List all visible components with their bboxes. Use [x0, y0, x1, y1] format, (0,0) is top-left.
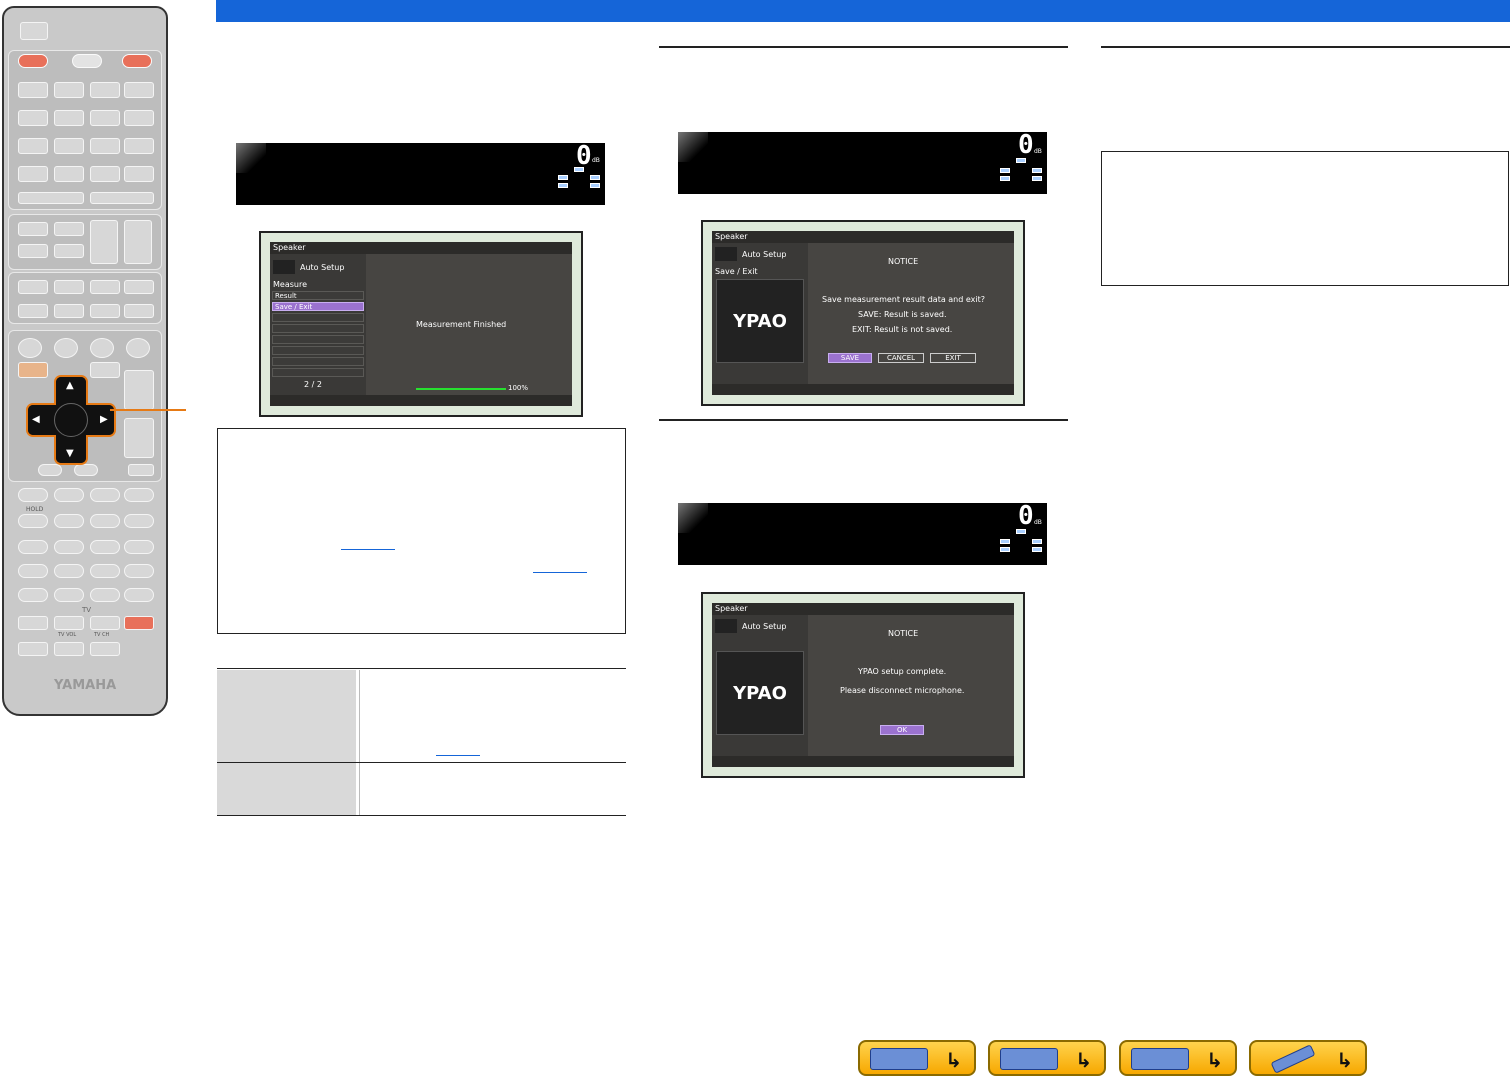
nav-remote-button[interactable]: ↳ — [1249, 1040, 1367, 1076]
hold-label: HOLD — [26, 506, 44, 513]
receiver-rear-icon — [1000, 1048, 1058, 1070]
auto-setup-icon — [715, 247, 737, 261]
osd-title: Speaker — [270, 242, 572, 254]
nav-front-panel-button[interactable]: ↳ — [858, 1040, 976, 1076]
notice-line-2: SAVE: Result is saved. — [858, 310, 947, 319]
notice-line-3: EXIT: Result is not saved. — [852, 325, 953, 334]
notice-title: NOTICE — [888, 257, 919, 266]
lcd-digit-value: 0 — [576, 143, 592, 171]
power-icon — [18, 54, 48, 68]
cursor-down-icon: ▼ — [66, 448, 74, 459]
notice-line-1: YPAO setup complete. — [858, 667, 947, 676]
table-cell-header — [217, 670, 356, 762]
menu-item-result[interactable]: Result — [272, 291, 364, 300]
osd-title: Speaker — [712, 231, 1014, 243]
cursor-up-icon: ▲ — [66, 380, 74, 391]
section-rule — [659, 46, 1068, 48]
callout-line — [110, 409, 186, 411]
tv-vol-label: TV VOL — [58, 632, 77, 638]
osd-title: Speaker — [712, 603, 1014, 615]
header-bar — [216, 0, 1510, 22]
progress-track — [416, 388, 506, 390]
osd-section: Measure — [273, 280, 307, 289]
auto-setup-icon — [715, 619, 737, 633]
page-link[interactable] — [436, 755, 480, 756]
osd-section: Save / Exit — [715, 267, 758, 276]
cancel-button[interactable]: CANCEL — [878, 353, 924, 363]
exit-button[interactable]: EXIT — [930, 353, 976, 363]
enter-button-icon — [54, 403, 88, 437]
table-top-rule — [217, 668, 626, 669]
menu-item-save-exit-label: Save / Exit — [275, 303, 313, 311]
page-link[interactable] — [533, 572, 587, 573]
page-link[interactable] — [341, 549, 395, 550]
save-button[interactable]: SAVE — [828, 353, 872, 363]
nav-display-button[interactable]: ↳ — [1119, 1040, 1237, 1076]
osd-mode: Auto Setup — [742, 250, 787, 259]
nav-rear-panel-button[interactable]: ↳ — [988, 1040, 1106, 1076]
standby-icon — [122, 54, 152, 68]
auto-setup-icon — [273, 260, 295, 274]
tv-label: TV — [82, 606, 92, 614]
progress-label: 100% — [508, 384, 529, 392]
lcd-unit: dB — [1034, 148, 1042, 155]
lcd-unit: dB — [1034, 519, 1042, 526]
lcd-unit: dB — [592, 157, 600, 164]
cursor-pad: ▲ ▼ ◀ ▶ — [26, 375, 116, 465]
receiver-front-icon — [870, 1048, 928, 1070]
note-box — [217, 428, 626, 634]
cursor-left-icon: ◀ — [32, 414, 40, 425]
table-cell-header — [217, 763, 356, 815]
cursor-right-icon: ▶ — [100, 414, 108, 425]
osd-mode: Auto Setup — [300, 263, 345, 272]
return-arrow-icon: ↳ — [945, 1048, 962, 1072]
menu-item-save-exit[interactable]: Save / Exit — [272, 302, 364, 311]
osd-mode: Auto Setup — [742, 622, 787, 631]
osd-message: Measurement Finished — [416, 320, 507, 329]
front-display-icon — [1131, 1048, 1189, 1070]
notice-line-2: Please disconnect microphone. — [840, 686, 965, 695]
front-display-3: 0 dB — [678, 503, 1047, 565]
section-rule — [659, 419, 1068, 421]
return-arrow-icon: ↳ — [1075, 1048, 1092, 1072]
notice-line-1: Save measurement result data and exit? — [822, 295, 985, 304]
progress-fill — [416, 388, 506, 390]
note-box — [1101, 151, 1509, 286]
ypao-logo: YPAO — [716, 279, 804, 363]
lcd-digit-value: 0 — [1018, 503, 1034, 531]
return-arrow-icon: ↳ — [1336, 1048, 1353, 1072]
ypao-logo: YPAO — [716, 651, 804, 735]
return-arrow-icon: ↳ — [1206, 1048, 1223, 1072]
osd-setup-complete: Speaker Auto Setup YPAO NOTICE YPAO setu… — [701, 592, 1025, 778]
front-display-2: 0 dB — [678, 132, 1047, 194]
section-rule — [1101, 46, 1510, 48]
remote-control-illustration: ▲ ▼ ◀ ▶ HOLD TV TV VOL TV CH YAMAHA — [2, 6, 168, 716]
remote-control-icon — [1270, 1044, 1316, 1074]
lcd-digit-value: 0 — [1018, 132, 1034, 160]
menu-item-result-label: Result — [275, 292, 297, 300]
notice-title: NOTICE — [888, 629, 919, 638]
front-display-1: 0 dB — [236, 143, 605, 205]
page-indicator: 2 / 2 — [304, 380, 322, 389]
ok-button[interactable]: OK — [880, 725, 924, 735]
tv-ch-label: TV CH — [94, 632, 110, 638]
osd-measurement-finished: Speaker Auto Setup Measure Result Save /… — [259, 231, 583, 417]
yamaha-logo: YAMAHA — [54, 678, 117, 693]
osd-save-notice: Speaker Auto Setup Save / Exit YPAO NOTI… — [701, 220, 1025, 406]
